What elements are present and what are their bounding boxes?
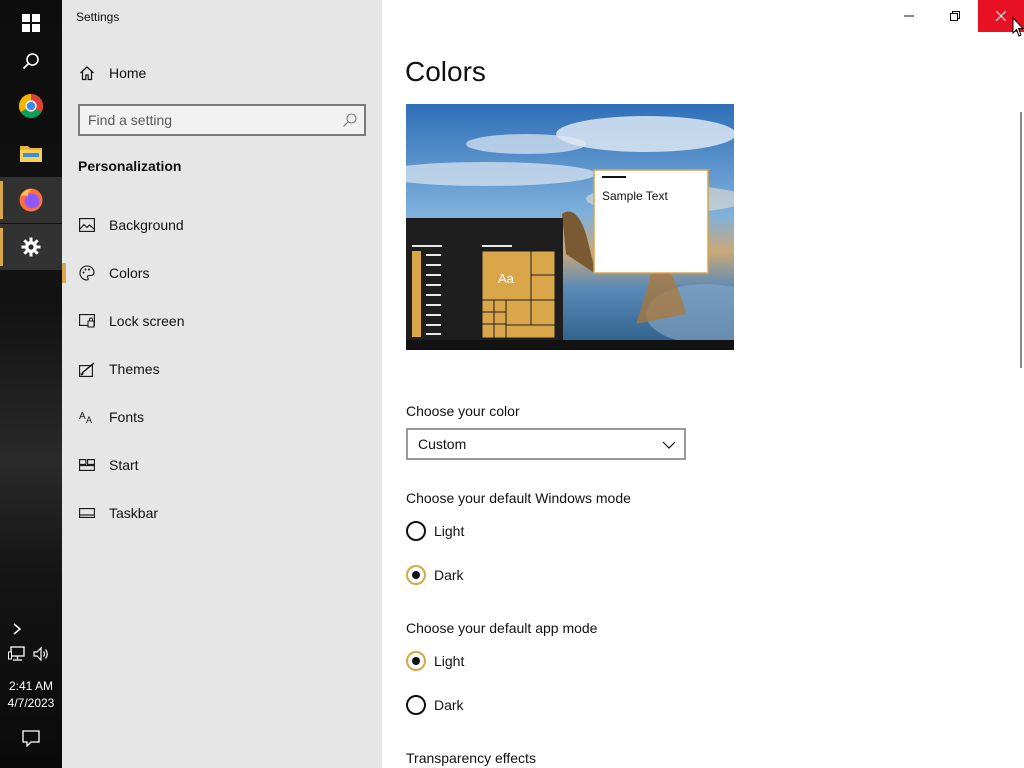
nav-item-themes[interactable]: Themes	[62, 349, 382, 389]
radio-label: Dark	[434, 567, 464, 583]
find-setting-search[interactable]	[78, 104, 366, 136]
clock-time: 2:41 AM	[8, 679, 54, 693]
page-title: Colors	[405, 56, 486, 87]
preview-sample-text: Sample Text	[602, 189, 668, 203]
radio-button[interactable]	[406, 521, 426, 541]
minimize-button[interactable]	[886, 0, 932, 32]
restore-icon	[950, 11, 960, 21]
volume-icon	[33, 646, 48, 662]
windows-mode-light-option[interactable]: Light	[406, 519, 606, 543]
mouse-cursor-icon	[1012, 17, 1024, 37]
clock-date: 4/7/2023	[7, 696, 55, 710]
preview-wallpaper	[406, 104, 734, 350]
scrollbar[interactable]	[1020, 112, 1022, 368]
radio-label: Dark	[434, 697, 464, 713]
choose-color-dropdown[interactable]: Custom	[406, 428, 686, 460]
selected-indicator	[62, 263, 66, 283]
show-hidden-icons-button[interactable]	[8, 620, 26, 638]
nav-item-colors[interactable]: Colors	[62, 253, 382, 293]
nav-item-label: Fonts	[109, 409, 145, 425]
network-icon	[8, 646, 25, 661]
windows-start-icon	[22, 14, 40, 32]
nav-item-label: Taskbar	[109, 505, 159, 521]
search-icon	[22, 53, 39, 70]
app-mode-light-option[interactable]: Light	[406, 649, 606, 673]
active-app-indicator	[0, 228, 3, 266]
nav-home-label: Home	[109, 65, 147, 81]
chrome-icon	[18, 94, 44, 119]
nav-item-start[interactable]: Start	[62, 445, 382, 485]
chrome-taskbar-button[interactable]	[0, 83, 62, 129]
app-mode-dark-option[interactable]: Dark	[406, 693, 606, 717]
dropdown-value: Custom	[418, 436, 467, 452]
active-app-indicator	[0, 181, 3, 219]
radio-button-checked[interactable]	[406, 651, 426, 671]
settings-taskbar-button[interactable]	[0, 224, 62, 270]
search-icon[interactable]	[342, 112, 358, 128]
search-input[interactable]	[88, 110, 328, 130]
firefox-taskbar-button[interactable]	[0, 177, 62, 223]
nav-item-label: Background	[109, 217, 184, 233]
radio-button[interactable]	[406, 695, 426, 715]
color-preview: Aa Sample Text	[406, 104, 734, 350]
preview-tile-text: Aa	[498, 271, 514, 286]
settings-gear-icon	[21, 237, 41, 257]
nav-item-taskbar[interactable]: Taskbar	[62, 493, 382, 533]
file-explorer-taskbar-button[interactable]	[0, 130, 62, 176]
lock-screen-icon	[78, 312, 96, 330]
transparency-label: Transparency effects	[406, 750, 536, 766]
colors-page: Colors Aa Sample Text Choose your color …	[382, 0, 1024, 768]
windows-mode-label: Choose your default Windows mode	[406, 490, 631, 506]
nav-item-label: Themes	[109, 361, 160, 377]
chevron-down-icon	[662, 441, 676, 449]
minimize-icon	[904, 15, 914, 17]
taskbar-clock[interactable]: 2:41 AM 4/7/2023	[0, 678, 62, 712]
nav-item-background[interactable]: Background	[62, 205, 382, 245]
nav-home[interactable]: Home	[62, 53, 382, 93]
close-icon	[996, 11, 1006, 21]
svg-text:A: A	[79, 411, 86, 422]
taskbar-search-button[interactable]	[0, 38, 62, 84]
choose-color-label: Choose your color	[406, 403, 520, 419]
nav-item-lock-screen[interactable]: Lock screen	[62, 301, 382, 341]
file-explorer-icon	[20, 146, 42, 162]
start-icon	[78, 456, 96, 474]
volume-button[interactable]	[31, 645, 51, 663]
section-title: Personalization	[78, 158, 182, 174]
svg-text:A: A	[86, 415, 92, 424]
nav-item-label: Start	[109, 457, 139, 473]
nav-item-label: Colors	[109, 265, 150, 281]
settings-nav-pane: Settings Home Personalization Background	[62, 0, 382, 768]
themes-icon	[78, 360, 96, 378]
radio-label: Light	[434, 653, 465, 669]
palette-icon	[78, 264, 96, 282]
nav-item-label: Lock screen	[109, 313, 185, 329]
network-button[interactable]	[7, 645, 27, 663]
taskbar-icon	[78, 504, 96, 522]
app-mode-label: Choose your default app mode	[406, 620, 598, 636]
action-center-icon	[22, 729, 40, 747]
nav-item-fonts[interactable]: A A Fonts	[62, 397, 382, 437]
windows-mode-dark-option[interactable]: Dark	[406, 563, 606, 587]
action-center-button[interactable]	[20, 728, 42, 748]
fonts-icon: A A	[78, 408, 96, 426]
window-title: Settings	[76, 10, 120, 24]
picture-icon	[78, 216, 96, 234]
radio-label: Light	[434, 523, 465, 539]
home-icon	[78, 64, 96, 82]
firefox-icon	[19, 188, 43, 212]
chevron-right-icon	[13, 623, 22, 635]
taskbar: 2:41 AM 4/7/2023	[0, 0, 62, 768]
restore-button[interactable]	[932, 0, 978, 32]
radio-button-checked[interactable]	[406, 565, 426, 585]
